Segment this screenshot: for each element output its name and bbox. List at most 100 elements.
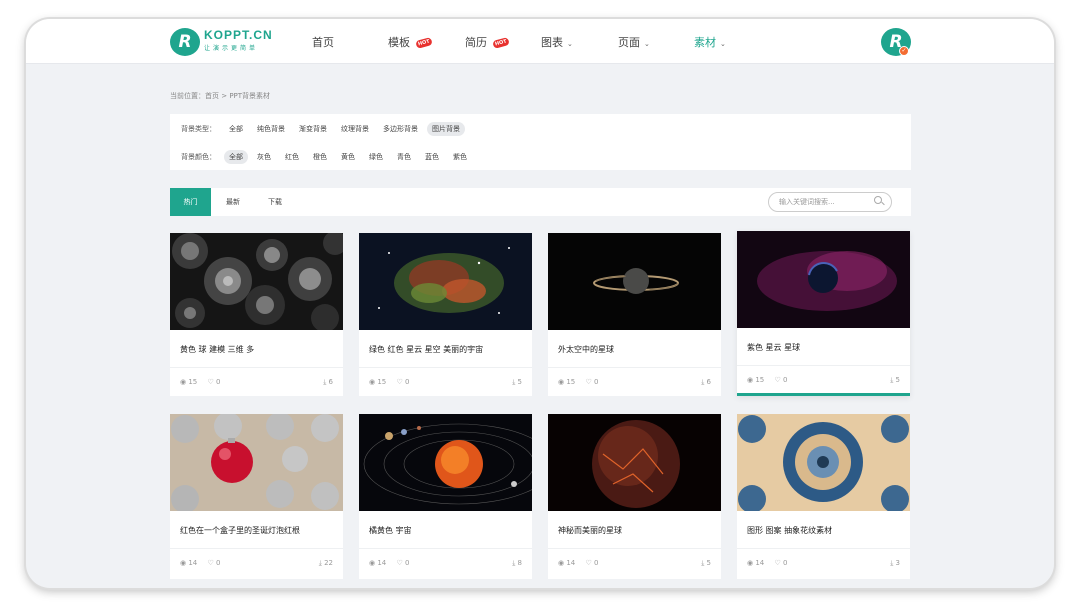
card-stats: ◉ 15 ♡ 0 ⤓ 5 bbox=[369, 378, 522, 386]
card-thumbnail[interactable] bbox=[359, 233, 532, 330]
download-count: 6 bbox=[706, 378, 711, 386]
heart-icon[interactable]: ♡ bbox=[397, 559, 403, 567]
material-card[interactable]: 外太空中的星球 ◉ 15 ♡ 0 ⤓ 6 bbox=[548, 233, 721, 396]
card-thumbnail[interactable] bbox=[548, 233, 721, 330]
card-thumbnail[interactable] bbox=[170, 414, 343, 511]
nav-item-materials[interactable]: 素材 ⌄ bbox=[694, 34, 726, 50]
card-thumbnail[interactable] bbox=[548, 414, 721, 511]
avatar-badge-icon: ✓ bbox=[899, 46, 909, 56]
tab-download[interactable]: 下载 bbox=[256, 188, 294, 216]
eye-icon: ◉ bbox=[747, 559, 754, 567]
nav-item-pages[interactable]: 页面 ⌄ bbox=[618, 34, 650, 50]
view-count: 15 bbox=[188, 378, 198, 386]
material-card[interactable]: 图形 图案 抽象花纹素材 ◉ 14 ♡ 0 ⤓ 3 bbox=[737, 414, 910, 579]
card-title[interactable]: 绿色 红色 星云 星空 美丽的宇宙 bbox=[369, 344, 483, 355]
material-card-hovered[interactable]: 紫色 星云 星球 ◉ 15 ♡ 0 ⤓ 5 bbox=[737, 231, 910, 396]
breadcrumb: 当前位置：首页 > PPT背景素材 bbox=[170, 92, 271, 100]
filter-color-all[interactable]: 全部 bbox=[224, 150, 248, 164]
eye-icon: ◉ bbox=[558, 559, 565, 567]
eye-icon: ◉ bbox=[180, 559, 187, 567]
card-divider bbox=[170, 367, 343, 368]
nav-item-home[interactable]: 首页 bbox=[312, 34, 334, 50]
material-card[interactable]: 黄色 球 建模 三维 多 ◉ 15 ♡ 0 ⤓ 6 bbox=[170, 233, 343, 396]
card-thumbnail[interactable] bbox=[737, 414, 910, 511]
brand-title: KOPPT.CN bbox=[204, 28, 273, 42]
heart-icon[interactable]: ♡ bbox=[208, 559, 214, 567]
nav-item-templates[interactable]: 模板 HOT bbox=[388, 34, 433, 50]
filter-type-polygon[interactable]: 多边形背景 bbox=[378, 122, 423, 136]
tab-latest[interactable]: 最新 bbox=[214, 188, 252, 216]
card-title[interactable]: 黄色 球 建模 三维 多 bbox=[180, 344, 254, 355]
card-title[interactable]: 紫色 星云 星球 bbox=[747, 342, 800, 353]
filter-color-cyan[interactable]: 青色 bbox=[392, 150, 416, 164]
heart-icon[interactable]: ♡ bbox=[586, 378, 592, 386]
material-card[interactable]: 橘黄色 宇宙 ◉ 14 ♡ 0 ⤓ 8 bbox=[359, 414, 532, 579]
filter-color-yellow[interactable]: 黄色 bbox=[336, 150, 360, 164]
tab-hot[interactable]: 热门 bbox=[170, 188, 211, 216]
heart-icon[interactable]: ♡ bbox=[208, 378, 214, 386]
heart-icon[interactable]: ♡ bbox=[397, 378, 403, 386]
download-icon[interactable]: ⤓ bbox=[323, 378, 326, 386]
card-thumbnail[interactable] bbox=[359, 414, 532, 511]
heart-icon[interactable]: ♡ bbox=[775, 376, 781, 384]
chevron-down-icon: ⌄ bbox=[567, 40, 573, 48]
favorite-count: 0 bbox=[405, 378, 410, 386]
download-icon[interactable]: ⤓ bbox=[890, 376, 893, 384]
search-icon[interactable] bbox=[874, 196, 882, 204]
material-card[interactable]: 红色在一个盒子里的圣诞灯泡红根 ◉ 14 ♡ 0 ⤓ 22 bbox=[170, 414, 343, 579]
filter-type-solid[interactable]: 纯色背景 bbox=[252, 122, 290, 136]
card-divider bbox=[737, 548, 910, 549]
filter-color-green[interactable]: 绿色 bbox=[364, 150, 388, 164]
card-stats: ◉ 14 ♡ 0 ⤓ 8 bbox=[369, 559, 522, 567]
material-card[interactable]: 神秘而美丽的星球 ◉ 14 ♡ 0 ⤓ 5 bbox=[548, 414, 721, 579]
view-count: 15 bbox=[755, 376, 765, 384]
card-divider bbox=[548, 548, 721, 549]
material-card[interactable]: 绿色 红色 星云 星空 美丽的宇宙 ◉ 15 ♡ 0 ⤓ 5 bbox=[359, 233, 532, 396]
card-title[interactable]: 红色在一个盒子里的圣诞灯泡红根 bbox=[180, 525, 300, 536]
filter-color-red[interactable]: 红色 bbox=[280, 150, 304, 164]
card-title[interactable]: 橘黄色 宇宙 bbox=[369, 525, 412, 536]
download-icon[interactable]: ⤓ bbox=[319, 559, 322, 567]
card-thumbnail[interactable] bbox=[170, 233, 343, 330]
download-count: 5 bbox=[706, 559, 711, 567]
heart-icon[interactable]: ♡ bbox=[586, 559, 592, 567]
card-stats: ◉ 14 ♡ 0 ⤓ 3 bbox=[747, 559, 900, 567]
card-title[interactable]: 神秘而美丽的星球 bbox=[558, 525, 622, 536]
download-icon[interactable]: ⤓ bbox=[890, 559, 893, 567]
view-count: 15 bbox=[566, 378, 576, 386]
filter-type-texture[interactable]: 纹理背景 bbox=[336, 122, 374, 136]
favorite-count: 0 bbox=[594, 378, 599, 386]
card-divider bbox=[359, 548, 532, 549]
card-title[interactable]: 外太空中的星球 bbox=[558, 344, 614, 355]
download-icon[interactable]: ⤓ bbox=[512, 559, 515, 567]
brand[interactable]: KOPPT.CN 让演示更简单 bbox=[204, 28, 273, 52]
card-thumbnail[interactable] bbox=[737, 231, 910, 328]
view-count: 14 bbox=[566, 559, 576, 567]
card-divider bbox=[548, 367, 721, 368]
filter-type-image[interactable]: 图片背景 bbox=[427, 122, 465, 136]
card-title[interactable]: 图形 图案 抽象花纹素材 bbox=[747, 525, 832, 536]
view-count: 15 bbox=[377, 378, 387, 386]
favorite-count: 0 bbox=[216, 378, 221, 386]
heart-icon[interactable]: ♡ bbox=[775, 559, 781, 567]
download-icon[interactable]: ⤓ bbox=[701, 378, 704, 386]
view-count: 14 bbox=[188, 559, 198, 567]
sort-tabs-bar: 热门 最新 下载 输入关键词搜索... bbox=[170, 188, 911, 216]
nav-item-resume[interactable]: 简历 HOT bbox=[465, 34, 510, 50]
download-icon[interactable]: ⤓ bbox=[512, 378, 515, 386]
filter-color-blue[interactable]: 蓝色 bbox=[420, 150, 444, 164]
filter-type-gradient[interactable]: 渐变背景 bbox=[294, 122, 332, 136]
card-stats: ◉ 15 ♡ 0 ⤓ 6 bbox=[558, 378, 711, 386]
card-divider bbox=[170, 548, 343, 549]
koppt-logo-icon[interactable]: R bbox=[170, 28, 200, 56]
filter-color-orange[interactable]: 橙色 bbox=[308, 150, 332, 164]
filter-row-color: 背景颜色： 全部 灰色 红色 橙色 黄色 绿色 青色 蓝色 紫色 bbox=[181, 150, 476, 164]
card-divider bbox=[359, 367, 532, 368]
download-icon[interactable]: ⤓ bbox=[701, 559, 704, 567]
filter-color-gray[interactable]: 灰色 bbox=[252, 150, 276, 164]
nav-item-charts[interactable]: 图表 ⌄ bbox=[541, 34, 573, 50]
filter-color-purple[interactable]: 紫色 bbox=[448, 150, 472, 164]
card-stats: ◉ 15 ♡ 0 ⤓ 5 bbox=[747, 376, 900, 384]
eye-icon: ◉ bbox=[369, 378, 376, 386]
filter-type-all[interactable]: 全部 bbox=[224, 122, 248, 136]
